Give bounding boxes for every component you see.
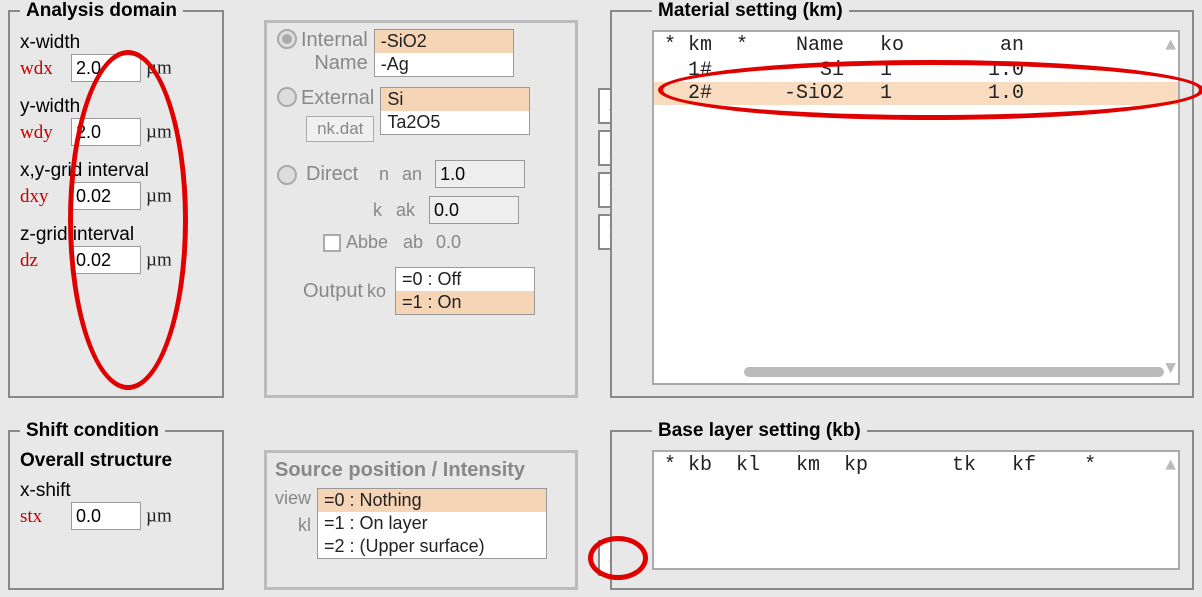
output-opt-off[interactable]: =0 : Off xyxy=(396,268,534,291)
wdy-input[interactable] xyxy=(71,118,141,146)
dxy-label: dxy xyxy=(20,186,66,208)
name-label: Name xyxy=(301,52,368,75)
x-width-label: x-width xyxy=(20,32,80,54)
direct-label: Direct xyxy=(306,163,374,186)
output-ko-listbox[interactable]: =0 : Off =1 : On xyxy=(395,267,535,315)
material-setting-fieldset: Material setting (km) * km * Name ko an … xyxy=(610,0,1194,398)
base-layer-list[interactable]: * kb kl km kp tk kf * ▲ xyxy=(652,450,1180,570)
kl-opt-nothing[interactable]: =0 : Nothing xyxy=(318,489,546,512)
an-label: an xyxy=(402,164,430,185)
ak-label: ak xyxy=(396,200,424,221)
abbe-checkbox[interactable] xyxy=(323,234,341,252)
kl-label: kl xyxy=(298,515,311,536)
kl-listbox[interactable]: =0 : Nothing =1 : On layer =2 : (Upper s… xyxy=(317,488,547,559)
ak-input[interactable] xyxy=(429,196,519,224)
output-opt-on[interactable]: =1 : On xyxy=(396,291,534,314)
z-grid-label: z-grid interval xyxy=(20,224,134,246)
material-row-1[interactable]: 1# Si 1 1.0 xyxy=(654,59,1178,82)
internal-label: Internal xyxy=(301,29,368,52)
stx-unit: µm xyxy=(146,506,172,527)
y-width-label: y-width xyxy=(20,96,80,118)
n-label: n xyxy=(379,164,397,185)
ko-label: ko xyxy=(367,281,395,302)
source-position-panel: Source position / Intensity view kl =0 :… xyxy=(264,450,578,590)
kl-opt-onlayer[interactable]: =1 : On layer xyxy=(318,512,546,535)
horizontal-scrollbar[interactable] xyxy=(744,367,1164,377)
x-shift-label: x-shift xyxy=(20,480,71,502)
view-label: view xyxy=(275,488,311,509)
k-label: k xyxy=(373,200,391,221)
wdx-label: wdx xyxy=(20,58,66,80)
material-type-panel: Internal Name -SiO2 -Ag External nk.dat … xyxy=(264,20,578,398)
dxy-unit: µm xyxy=(146,186,172,207)
internal-opt-ag[interactable]: -Ag xyxy=(375,53,513,76)
base-layer-header: * kb kl km kp tk kf * xyxy=(654,452,1178,479)
overall-structure-label: Overall structure xyxy=(20,450,172,472)
xy-grid-label: x,y-grid interval xyxy=(20,160,149,182)
material-list-header: * km * Name ko an xyxy=(654,32,1178,59)
scroll-down-icon[interactable]: ▼ xyxy=(1165,359,1176,379)
ab-value: 0.0 xyxy=(436,232,496,253)
kl-opt-uppersurface[interactable]: =2 : (Upper surface) xyxy=(318,535,546,558)
wdy-label: wdy xyxy=(20,122,66,144)
internal-opt-sio2[interactable]: -SiO2 xyxy=(375,30,513,53)
analysis-domain-legend: Analysis domain xyxy=(20,0,183,22)
wdx-unit: µm xyxy=(146,58,172,79)
ab-label: ab xyxy=(403,232,431,253)
output-label: Output xyxy=(277,280,363,303)
material-list[interactable]: * km * Name ko an 1# Si 1 1.0 2# -SiO2 1… xyxy=(652,30,1180,385)
base-layer-fieldset: Base layer setting (kb) * kb kl km kp tk… xyxy=(610,420,1194,590)
scroll-up-icon[interactable]: ▲ xyxy=(1165,36,1176,56)
external-radio[interactable] xyxy=(277,87,297,107)
baselayer-scroll-up-icon[interactable]: ▲ xyxy=(1165,456,1176,476)
dz-unit: µm xyxy=(146,250,172,271)
dz-input[interactable] xyxy=(71,246,141,274)
nkdat-button[interactable]: nk.dat xyxy=(306,116,374,142)
dxy-input[interactable] xyxy=(71,182,141,210)
wdy-unit: µm xyxy=(146,122,172,143)
external-listbox[interactable]: Si Ta2O5 xyxy=(380,87,530,135)
wdx-input[interactable] xyxy=(71,54,141,82)
external-opt-si[interactable]: Si xyxy=(381,88,529,111)
stx-label: stx xyxy=(20,506,66,528)
base-layer-legend: Base layer setting (kb) xyxy=(652,420,867,442)
stx-input[interactable] xyxy=(71,502,141,530)
external-label: External xyxy=(301,87,374,110)
dz-label: dz xyxy=(20,250,66,272)
shift-condition-legend: Shift condition xyxy=(20,420,165,442)
shift-condition-fieldset: Shift condition Overall structure x-shif… xyxy=(8,420,224,590)
internal-radio[interactable] xyxy=(277,29,297,49)
material-row-2[interactable]: 2# -SiO2 1 1.0 xyxy=(654,82,1178,105)
external-opt-ta2o5[interactable]: Ta2O5 xyxy=(381,111,529,134)
material-setting-legend: Material setting (km) xyxy=(652,0,849,22)
direct-radio[interactable] xyxy=(277,165,297,185)
source-position-title: Source position / Intensity xyxy=(275,459,525,481)
an-input[interactable] xyxy=(435,160,525,188)
analysis-domain-fieldset: Analysis domain x-width wdx µm y-width w… xyxy=(8,0,224,398)
internal-listbox[interactable]: -SiO2 -Ag xyxy=(374,29,514,77)
abbe-label: Abbe xyxy=(346,232,398,253)
